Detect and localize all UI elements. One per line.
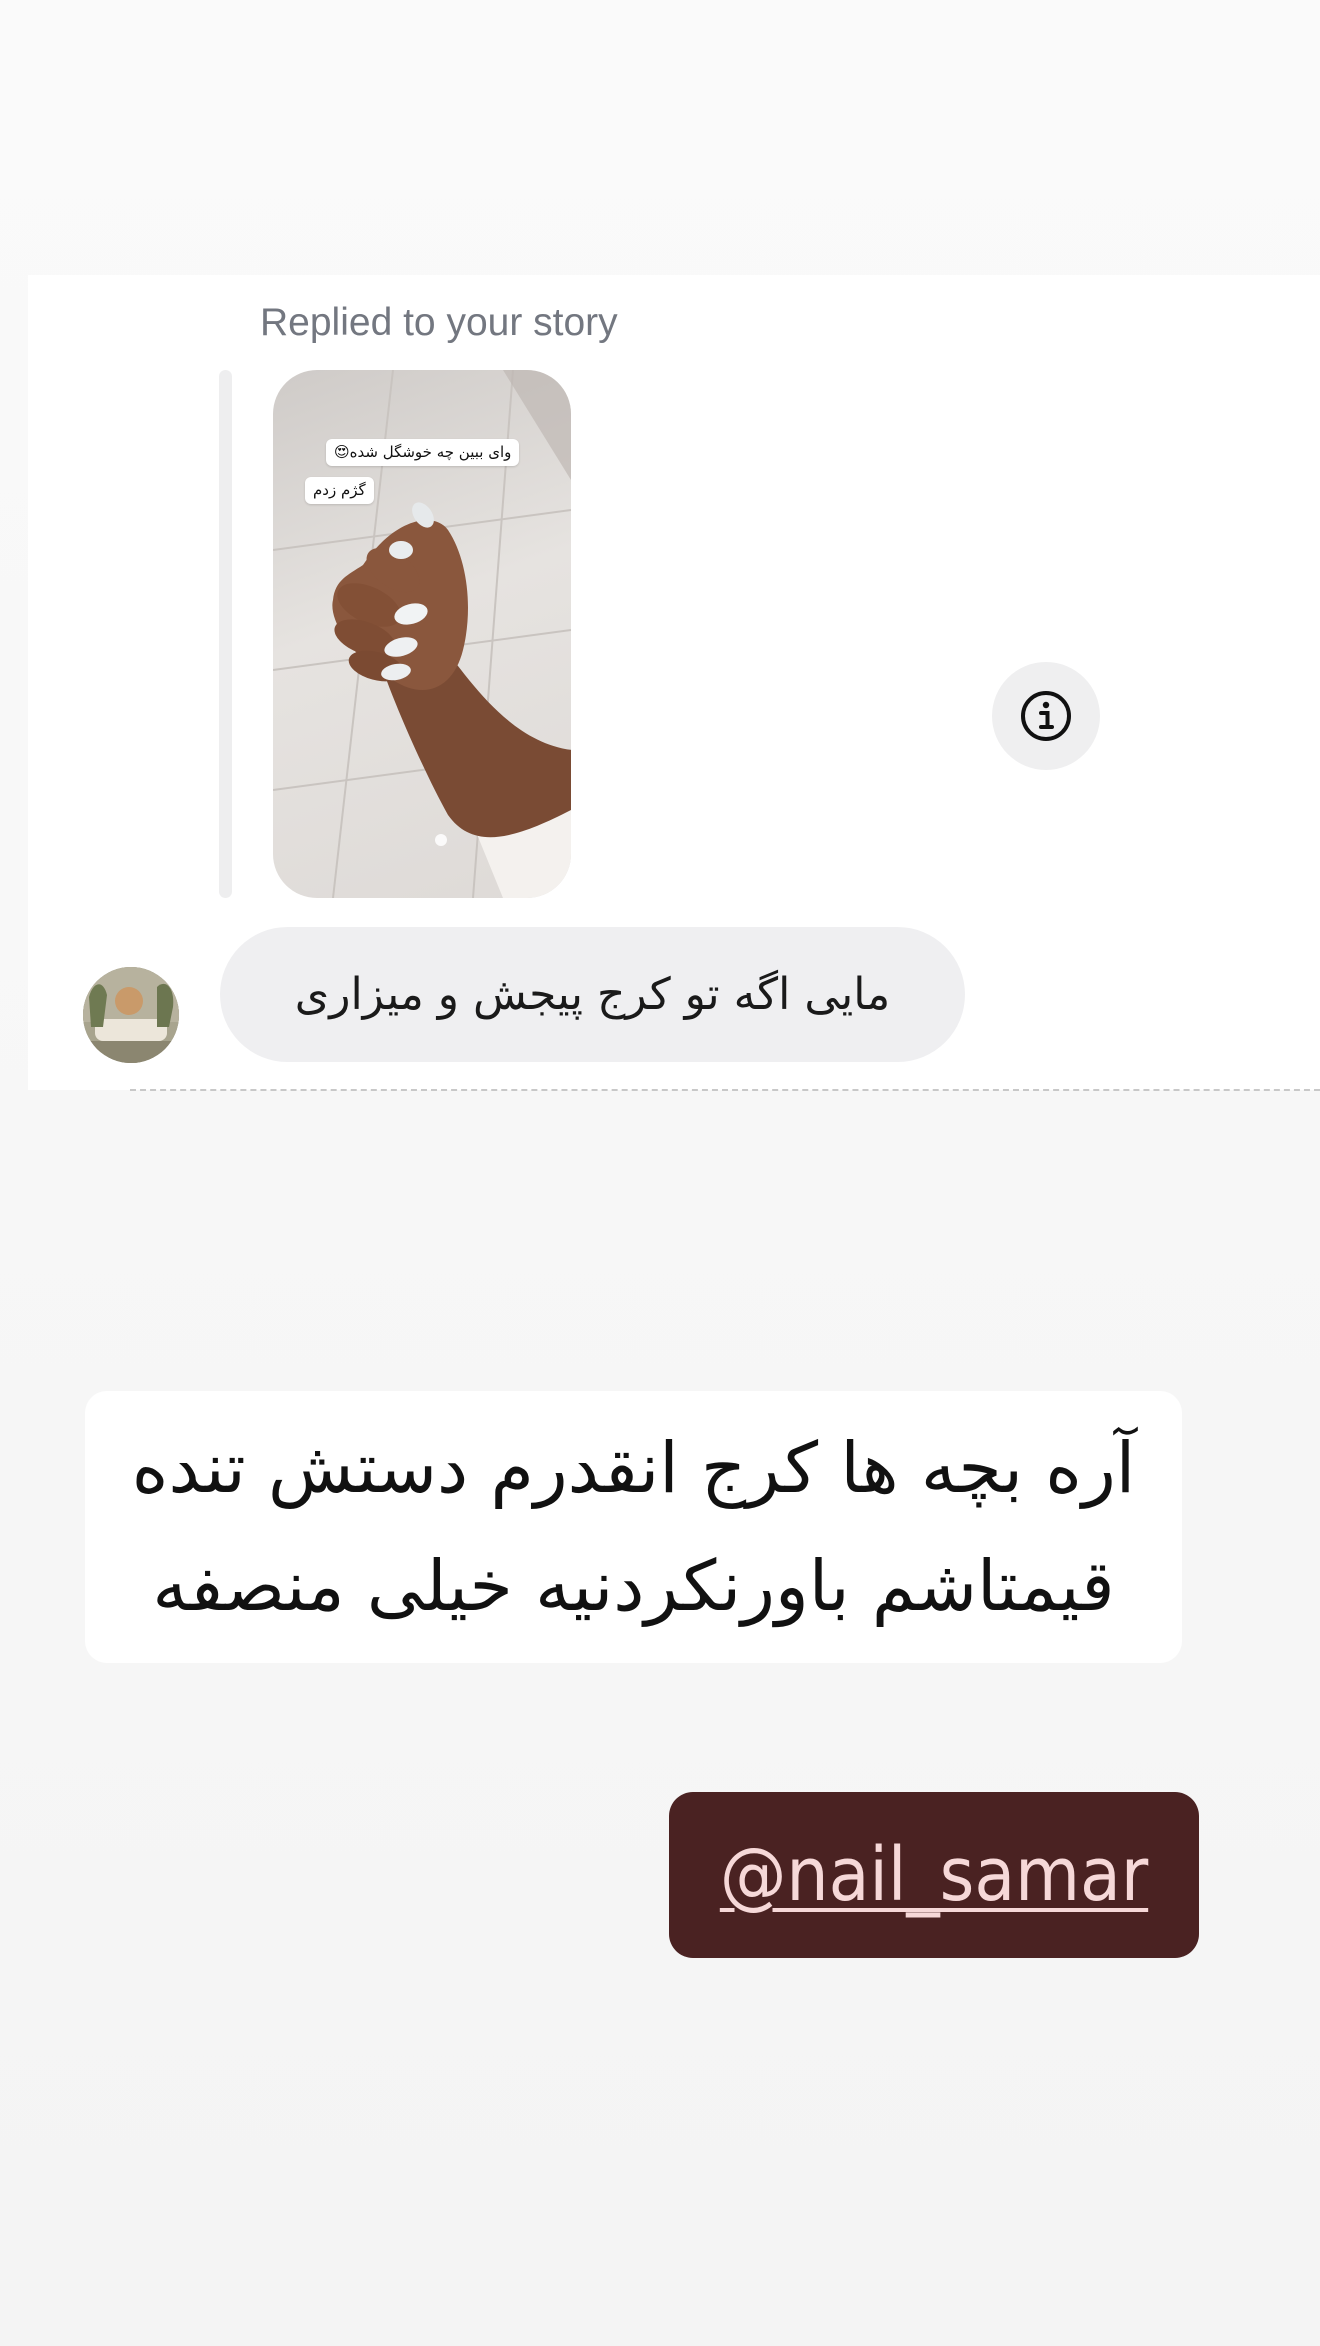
message-text: مایی اگه تو کرج پیجش و میزاری xyxy=(294,969,891,1020)
info-icon xyxy=(1021,691,1071,741)
story-sticker-text: گژم زدم xyxy=(305,477,374,504)
reply-label: Replied to your story xyxy=(260,301,618,344)
story-thumbnail[interactable]: وای ببین چه خوشگل شده😍 گژم زدم xyxy=(273,370,571,898)
mention-link[interactable]: @nail_samar xyxy=(720,1832,1148,1918)
caption-text: آره بچه ها کرج انقدرم دستش تنده قیمتاشم … xyxy=(132,1409,1135,1645)
caption-line: قیمتاشم باورنکردنیه خیلی منصفه xyxy=(152,1545,1115,1627)
avatar-image xyxy=(83,967,179,1063)
info-button[interactable] xyxy=(992,662,1100,770)
story-sticker-text: وای ببین چه خوشگل شده😍 xyxy=(326,439,520,466)
message-bubble[interactable]: مایی اگه تو کرج پیجش و میزاری xyxy=(220,927,965,1062)
caption-line: آره بچه ها کرج انقدرم دستش تنده xyxy=(131,1427,1136,1509)
mention-sticker[interactable]: @nail_samar xyxy=(669,1792,1199,1958)
dm-reply-card: Replied to your story وای ببین چه خوشگل … xyxy=(28,275,1320,1090)
quote-bar xyxy=(219,370,232,898)
divider xyxy=(130,1089,1320,1091)
caption-box: آره بچه ها کرج انقدرم دستش تنده قیمتاشم … xyxy=(85,1391,1182,1663)
avatar[interactable] xyxy=(83,967,179,1063)
